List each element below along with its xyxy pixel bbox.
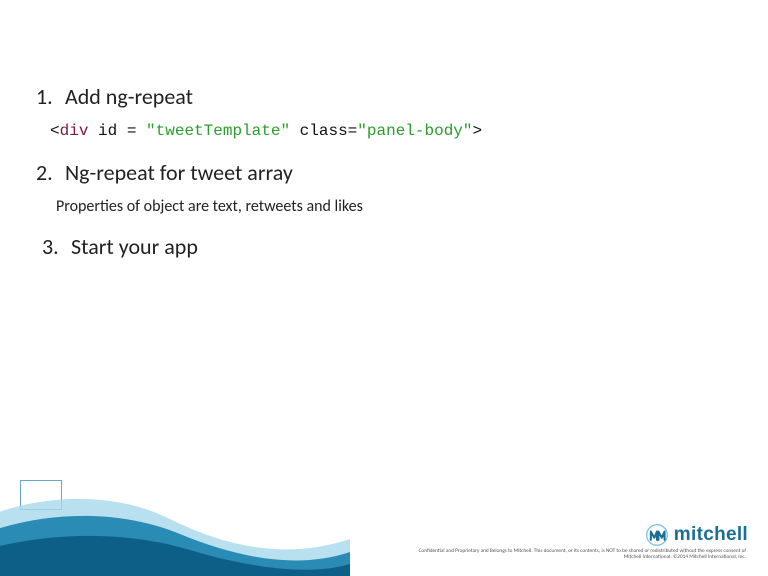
step-1: 1. Add ng-repeat [36,82,732,112]
step-1-title: Add ng-repeat [65,83,193,110]
step-3-title: Start your app [71,233,198,260]
code-close: > [473,122,483,140]
code-class-val: "panel-body" [357,122,472,140]
code-class-attr: class= [290,122,357,140]
code-snippet: <div id = "tweetTemplate" class="panel-b… [50,122,732,140]
mitchell-logo-icon [646,524,668,546]
step-3: 3. Start your app [42,232,732,262]
step-2: 2. Ng-repeat for tweet array [36,158,732,188]
mitchell-logo: mitchell [646,524,748,546]
code-open: < [50,122,60,140]
mitchell-logo-text: mitchell [674,524,748,546]
code-id-attr: id = [88,122,146,140]
step-2-number: 2. [36,158,60,188]
step-2-title: Ng-repeat for tweet array [65,159,293,186]
code-tag: div [60,122,89,140]
step-1-number: 1. [36,82,60,112]
step-3-number: 3. [42,232,66,262]
slide: 1. Add ng-repeat <div id = "tweetTemplat… [0,0,768,576]
step-2-sub: Properties of object are text, retweets … [56,197,732,216]
disclaimer-text: Confidential and Proprietary and Belongs… [406,548,746,560]
slide-content: 1. Add ng-repeat <div id = "tweetTemplat… [36,70,732,272]
wave-graphic [0,484,350,576]
code-id-val: "tweetTemplate" [146,122,290,140]
